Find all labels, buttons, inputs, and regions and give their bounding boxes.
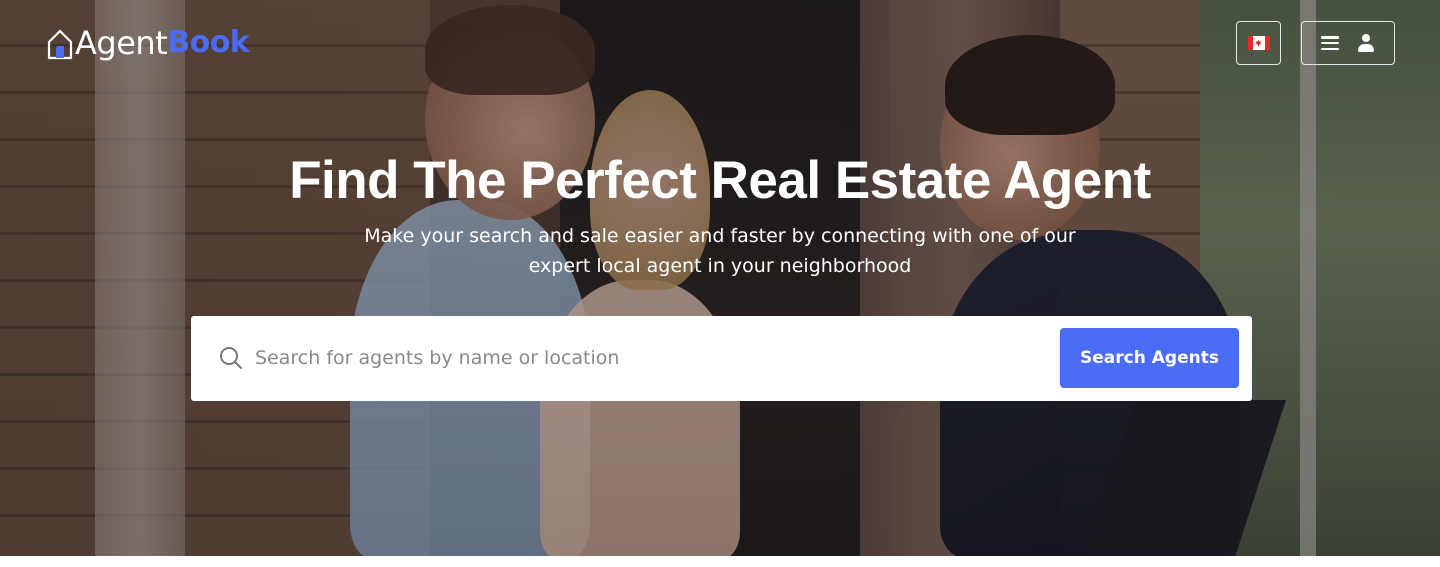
hero-subtitle-line-2: expert local agent in your neighborhood (528, 255, 912, 277)
logo-text-agent: Agent (75, 24, 168, 62)
hero-subtitle-line-1: Make your search and sale easier and fas… (364, 225, 1076, 247)
search-icon (220, 347, 242, 369)
language-button[interactable] (1236, 21, 1281, 65)
hero-headline: Find The Perfect Real Estate Agent (289, 151, 1151, 210)
site-logo[interactable]: Agent Book (47, 20, 250, 66)
house-icon (47, 29, 73, 60)
search-input[interactable] (255, 338, 1045, 378)
canada-flag-icon (1247, 36, 1270, 50)
hamburger-icon (1321, 36, 1339, 50)
hero-subtitle: Make your search and sale easier and fas… (340, 221, 1100, 281)
logo-text-book: Book (167, 25, 250, 60)
search-agents-button[interactable]: Search Agents (1060, 328, 1239, 388)
user-icon (1357, 34, 1375, 52)
account-menu-button[interactable] (1301, 21, 1395, 65)
